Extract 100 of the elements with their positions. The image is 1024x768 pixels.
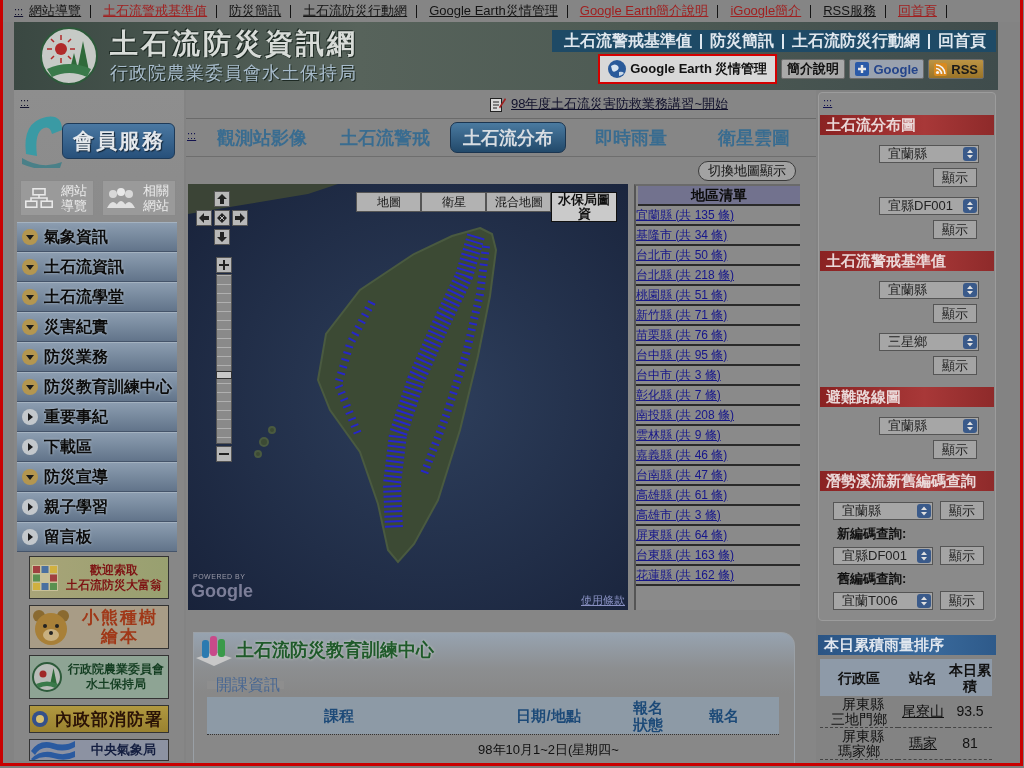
header-nav-link[interactable]: 土石流防災行動網 [792,30,920,52]
spinner-arrows-icon [963,419,977,433]
header-nav-link[interactable]: 回首頁 [938,30,986,52]
region-link[interactable]: 台中市 (共 3 條) [636,366,721,384]
column-header: 日期/地點 [471,697,626,734]
sidebar-menu-item[interactable]: 防災業務 [17,342,177,372]
region-link[interactable]: 新竹縣 (共 71 條) [636,306,728,324]
right-caret-icon [22,439,38,455]
map-type-button[interactable]: 衛星 [421,192,486,212]
show-button[interactable]: 顯示 [940,501,984,520]
region-link[interactable]: 台東縣 (共 163 條) [636,546,734,564]
banner-link[interactable]: 歡迎索取 土石流防災大富翁 [29,556,169,599]
header-nav-link[interactable]: 防災簡訊 [710,30,774,52]
sidebar-menu-item[interactable]: 親子學習 [17,492,177,522]
region-link[interactable]: 台北市 (共 50 條) [636,246,728,264]
sidebar-menu-item[interactable]: 重要事紀 [17,402,177,432]
rss-button[interactable]: RSS [928,59,984,79]
map-type-button[interactable]: 水保局圖資 [551,192,617,222]
sidebar-menu-item[interactable]: 土石流資訊 [17,252,177,282]
skip-link[interactable]: ::: [187,129,200,141]
banner-link[interactable]: 小熊種樹 繪本 [29,605,169,649]
dropdown[interactable]: 宜蘭縣 [879,417,979,435]
member-services-button[interactable]: 會員服務 [62,123,175,159]
map-type-button[interactable]: 地圖 [356,192,421,212]
show-button[interactable]: 顯示 [933,168,977,187]
banner-text: 繪本 [100,627,139,646]
dropdown[interactable]: 宜蘭縣 [879,145,979,163]
pan-up-button[interactable] [214,191,230,207]
region-link[interactable]: 台北縣 (共 218 條) [636,266,734,284]
station-link[interactable]: 瑪家 [909,736,937,751]
region-link[interactable]: 嘉義縣 (共 46 條) [636,446,728,464]
show-button[interactable]: 顯示 [940,546,984,565]
dropdown[interactable]: 宜縣DF001 [879,197,979,215]
map-type-button[interactable]: 混合地圖 [486,192,551,212]
dropdown[interactable]: 宜縣DF001 [833,546,933,565]
news-marquee-link[interactable]: 98年度土石流災害防救業務講習~開始 [511,95,729,113]
spinner-arrows-icon [963,147,977,161]
show-button[interactable]: 顯示 [933,304,977,323]
slider-thumb[interactable] [216,371,232,379]
banner-link[interactable]: 中央氣象局 [29,739,169,761]
station-link[interactable]: 尾寮山 [902,704,944,719]
field-label: 新編碼查詢: [837,527,907,541]
sitemap-icon [25,188,53,208]
top-nav-link[interactable]: 土石流防災行動網 [303,2,408,20]
dropdown[interactable]: 三星鄉 [879,333,979,351]
zoom-out-button[interactable] [216,446,232,462]
top-nav-link[interactable]: 防災簡訊 [229,2,282,20]
region-link[interactable]: 花蓮縣 (共 162 條) [636,566,734,584]
region-link[interactable]: 南投縣 (共 208 條) [636,406,734,424]
terms-link[interactable]: 使用條款 [581,593,625,608]
skip-link[interactable]: ::: [823,96,833,108]
region-link[interactable]: 彰化縣 (共 7 條) [636,386,721,404]
column-header: 行政區 [820,659,898,696]
pan-left-button[interactable] [196,210,212,226]
skip-link[interactable]: ::: [14,5,24,17]
sidebar-menu-item[interactable]: 氣象資訊 [17,222,177,252]
sidebar-menu-item[interactable]: 防災宣導 [17,462,177,492]
sidebar-menu-item[interactable]: 防災教育訓練中心 [17,372,177,402]
banner-text: 土石流防災大富翁 [65,577,162,593]
region-link[interactable]: 台中縣 (共 95 條) [636,346,728,364]
sidebar-menu-item[interactable]: 災害紀實 [17,312,177,342]
skip-link[interactable]: ::: [20,96,30,108]
pan-down-button[interactable] [214,229,230,245]
pan-right-button[interactable] [232,210,248,226]
top-nav-link[interactable]: 網站導覽 [29,2,82,20]
column-header: 本日累積 [948,659,992,696]
map-tab[interactable]: 土石流分布 [449,122,566,153]
header-nav-link[interactable]: 土石流警戒基準值 [564,30,692,52]
region-link[interactable]: 宜蘭縣 (共 135 條) [636,206,734,224]
show-button[interactable]: 顯示 [933,220,977,239]
dropdown[interactable]: 宜蘭縣 [879,281,979,299]
region-link[interactable]: 台南縣 (共 47 條) [636,466,728,484]
region-link[interactable]: 屏東縣 (共 64 條) [636,526,728,544]
banner-link[interactable]: 行政院農業委員會 水土保持局 [29,655,169,699]
top-nav-link[interactable]: RSS服務 [823,2,876,20]
down-caret-icon [22,469,38,485]
top-nav-link[interactable]: Google Earth災情管理 [429,2,558,20]
dropdown[interactable]: 宜蘭縣 [833,501,933,520]
intro-button[interactable]: 簡介說明 [781,59,846,79]
banner-text: 內政部消防署 [54,709,163,729]
dropdown[interactable]: 宜蘭T006 [833,591,933,610]
region-link[interactable]: 高雄縣 (共 61 條) [636,486,728,504]
region-link[interactable]: 苗栗縣 (共 76 條) [636,326,728,344]
switch-map-button[interactable]: 切換地圖顯示 [698,160,796,181]
banner-text: 中央氣象局 [91,742,156,758]
show-button[interactable]: 顯示 [940,591,984,610]
google-earth-button[interactable]: Google Earth 災情管理 [598,54,778,84]
pan-center-button[interactable] [214,210,230,226]
zoom-in-button[interactable] [216,257,232,273]
sidebar-menu-item[interactable]: 土石流學堂 [17,282,177,312]
region-link[interactable]: 基隆市 (共 34 條) [636,226,728,244]
banner-link[interactable]: 內政部消防署 [29,705,169,733]
show-button[interactable]: 顯示 [933,356,977,375]
show-button[interactable]: 顯示 [933,440,977,459]
region-link[interactable]: 雲林縣 (共 9 條) [636,426,721,444]
region-link[interactable]: 高雄市 (共 3 條) [636,506,721,524]
sidebar-menu-item[interactable]: 留言板 [17,522,177,552]
region-link[interactable]: 桃園縣 (共 51 條) [636,286,728,304]
sidebar-menu-item[interactable]: 下載區 [17,432,177,462]
add-to-google-button[interactable]: Google [849,59,925,79]
